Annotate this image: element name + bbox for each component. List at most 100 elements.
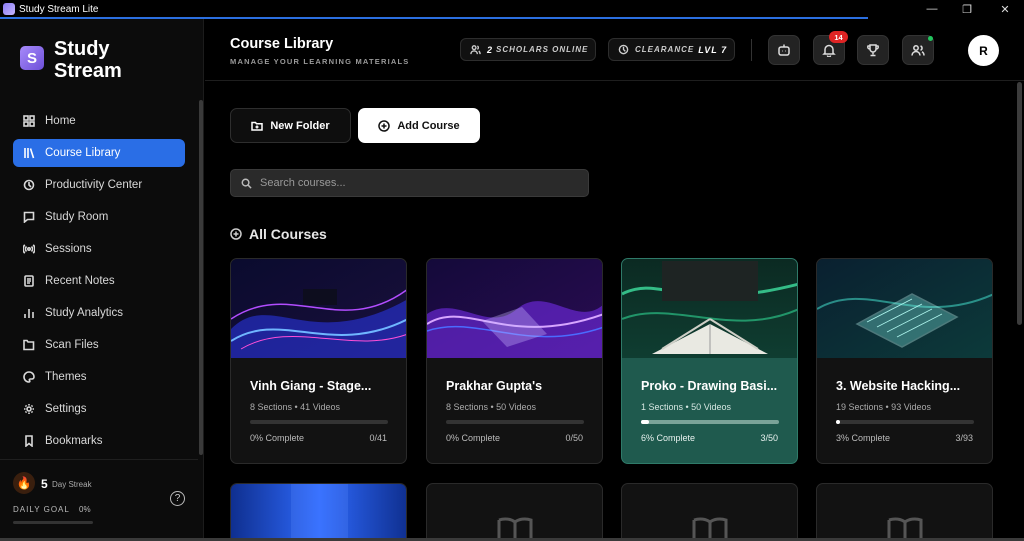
scholars-online-pill[interactable]: 2 SCHOLARS ONLINE [460,38,596,61]
restore-icon[interactable]: ❐ [947,0,987,18]
course-card[interactable] [426,483,603,541]
course-meta: 19 Sections • 93 Videos [836,402,932,412]
course-thumbnail [427,259,602,358]
close-icon[interactable]: ✕ [985,0,1024,18]
sidebar-item-label: Scan Files [45,339,99,351]
main-scrollbar[interactable] [1017,82,1022,325]
sidebar-item-label: Course Library [45,147,121,159]
sidebar-item-study-analytics[interactable]: Study Analytics [13,299,185,327]
plus-circle-icon [230,228,242,240]
course-percent: 6% Complete [641,433,696,443]
sidebar-item-bookmarks[interactable]: Bookmarks [13,427,185,455]
all-courses-heading: All Courses [230,226,327,242]
course-card[interactable] [621,483,798,541]
new-folder-button[interactable]: New Folder [230,108,351,143]
trophy-button[interactable] [857,35,889,65]
library-icon [23,147,35,159]
page-subtitle: MANAGE YOUR LEARNING MATERIALS [230,57,410,66]
minimize-icon[interactable]: — [912,0,952,18]
note-icon [23,275,35,287]
brand-line-1: Study [54,38,110,60]
logo-icon: S [20,46,44,70]
scan-icon [23,339,35,351]
help-icon[interactable]: ? [170,491,185,506]
sidebar-item-productivity-center[interactable]: Productivity Center [13,171,185,199]
course-card[interactable]: Prakhar Gupta's 8 Sections • 50 Videos 0… [426,258,603,464]
course-card[interactable]: Vinh Giang - Stage... 8 Sections • 41 Vi… [230,258,407,464]
online-status-dot [928,36,933,41]
sidebar-item-sessions[interactable]: Sessions [13,235,185,263]
course-meta: 1 Sections • 50 Videos [641,402,732,412]
course-count: 3/50 [760,433,778,443]
course-count: 0/50 [565,433,583,443]
course-percent: 0% Complete [446,433,501,443]
section-title: All Courses [249,226,327,242]
sidebar-item-label: Productivity Center [45,179,143,191]
course-card[interactable] [230,483,407,541]
sidebar-item-label: Settings [45,403,87,415]
avatar[interactable]: R [968,35,999,66]
add-course-label: Add Course [397,119,460,132]
sidebar-item-label: Study Room [45,211,109,223]
sidebar-item-recent-notes[interactable]: Recent Notes [13,267,185,295]
course-progress-bar [641,420,779,424]
course-percent: 0% Complete [250,433,305,443]
sidebar-scrollbar[interactable] [199,100,203,455]
course-meta: 8 Sections • 41 Videos [250,402,341,412]
course-card[interactable]: 3. Website Hacking... 19 Sections • 93 V… [816,258,993,464]
page-title: Course Library [230,36,334,52]
course-progress-bar [446,420,584,424]
users-icon [470,45,481,55]
gear-icon [23,403,35,415]
daily-goal-value: 0% [79,505,91,514]
sidebar-item-study-room[interactable]: Study Room [13,203,185,231]
bot-icon [778,44,790,56]
course-meta: 8 Sections • 50 Videos [446,402,537,412]
sidebar-item-home[interactable]: Home [13,107,185,135]
streak-label: Day Streak [52,480,92,489]
course-progress-fill [836,420,841,424]
course-title: Proko - Drawing Basi... [641,379,778,393]
scholars-label: SCHOLARS ONLINE [496,45,589,54]
header: Course Library MANAGE YOUR LEARNING MATE… [205,19,1024,81]
search-input[interactable] [260,177,560,189]
bot-button[interactable] [768,35,800,65]
title-bar: Study Stream Lite — ❐ ✕ [0,0,1024,18]
sidebar-item-themes[interactable]: Themes [13,363,185,391]
brand-line-2: Stream [54,60,122,82]
course-card[interactable] [816,483,993,541]
app-window: Study Stream Lite — ❐ ✕ S Study Stream H… [0,0,1024,541]
plus-circle-icon [378,119,391,132]
search-icon [241,178,252,189]
notification-badge: 14 [829,31,848,43]
app-icon [3,3,15,15]
sidebar-item-course-library[interactable]: Course Library [13,139,185,167]
clearance-pill[interactable]: CLEARANCE LVL 7 [608,38,735,61]
daily-goal-label: DAILY GOAL [13,505,70,514]
course-card[interactable]: Proko - Drawing Basi... 1 Sections • 50 … [621,258,798,464]
add-course-button[interactable]: Add Course [358,108,480,143]
sidebar-item-settings[interactable]: Settings [13,395,185,423]
bell-icon [822,44,836,57]
course-progress-fill [641,420,650,424]
sidebar-item-label: Themes [45,371,87,383]
sidebar-item-scan-files[interactable]: Scan Files [13,331,185,359]
sidebar-item-label: Home [45,115,76,127]
search-field[interactable] [230,169,589,197]
new-folder-label: New Folder [270,119,330,132]
course-count: 3/93 [955,433,973,443]
folder-plus-icon [251,121,264,131]
course-thumbnail [817,259,992,358]
clearance-label: CLEARANCE [635,45,695,54]
scholars-count: 2 [487,44,494,55]
brand: Study Stream [54,38,122,82]
grid-icon [23,115,35,127]
clearance-icon [23,179,35,191]
sidebar-item-label: Recent Notes [45,275,115,287]
course-title: Prakhar Gupta's [446,379,543,393]
daily-goal-bar [13,521,93,524]
course-progress-bar [836,420,974,424]
sidebar-item-label: Bookmarks [45,435,103,447]
course-thumbnail [622,259,797,358]
theme-icon [23,371,35,383]
